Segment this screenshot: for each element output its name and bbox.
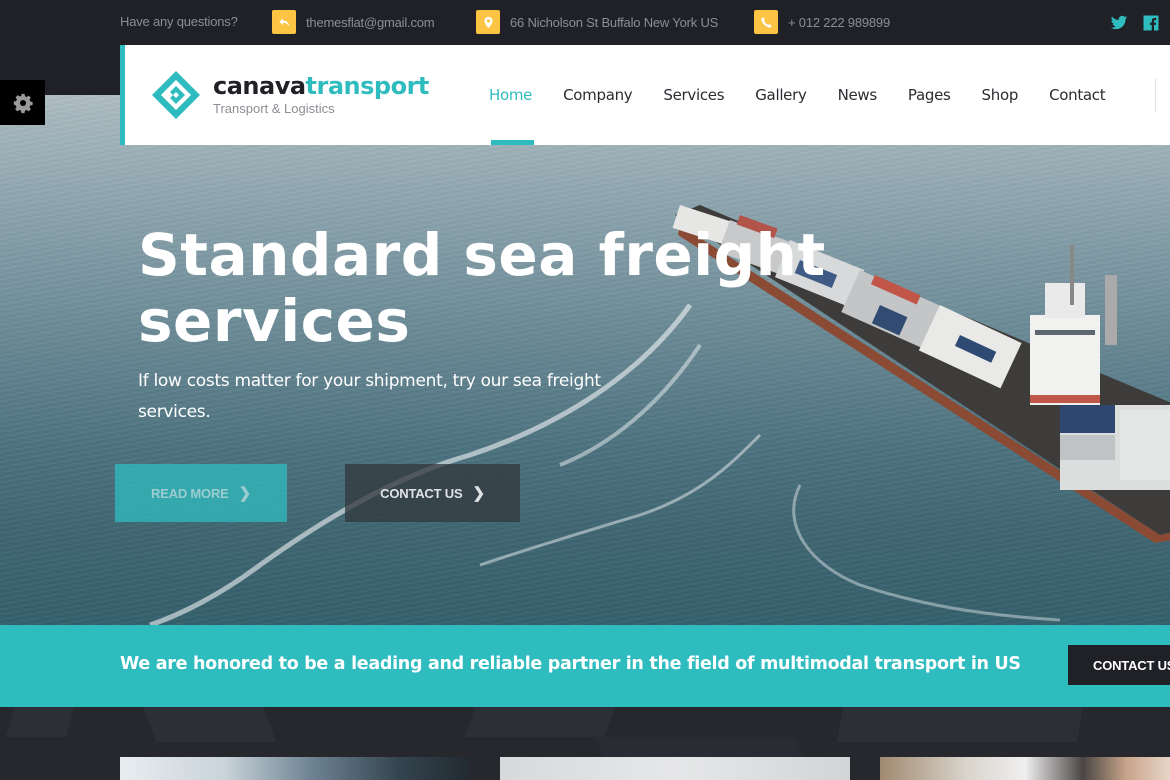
hero-subtitle: If low costs matter for your shipment, t…: [138, 371, 601, 422]
nav-item-services[interactable]: Services: [663, 45, 724, 145]
address-text: 66 Nicholson St Buffalo New York US: [510, 14, 719, 30]
service-card-image[interactable]: [880, 757, 1170, 780]
bg-polygon: [836, 707, 1084, 742]
chevron-right-icon: ❯: [472, 485, 485, 502]
logo-tagline: Transport & Logistics: [213, 101, 335, 116]
email-contact[interactable]: themesflat@gmail.com: [272, 10, 435, 34]
gear-icon: [13, 93, 33, 113]
hero-title: Standard sea freight services: [138, 221, 826, 355]
nav-item-news[interactable]: News: [838, 45, 878, 145]
bg-polygon: [5, 707, 75, 737]
logo-name-dark: canava: [213, 72, 306, 100]
nav-item-company[interactable]: Company: [563, 45, 633, 145]
read-more-button[interactable]: READ MORE ❯: [115, 464, 287, 522]
phone-text[interactable]: + 012 222 989899: [788, 15, 890, 30]
top-bar: Have any questions? themesflat@gmail.com…: [0, 0, 1170, 45]
nav-item-contact[interactable]: Contact: [1049, 45, 1106, 145]
bg-polygon: [143, 707, 277, 742]
email-text[interactable]: themesflat@gmail.com: [306, 15, 435, 30]
hero-contact-button[interactable]: CONTACT US ❯: [345, 464, 520, 522]
nav-item-pages[interactable]: Pages: [908, 45, 951, 145]
callout-contact-button[interactable]: CONTACT US: [1068, 645, 1170, 685]
logo-wordmark[interactable]: canavatransport: [213, 72, 429, 100]
twitter-icon[interactable]: [1110, 14, 1128, 32]
phone-icon: [754, 10, 778, 34]
nav-item-shop[interactable]: Shop: [982, 45, 1019, 145]
main-header: canavatransport Transport & Logistics Ho…: [120, 45, 1170, 145]
hero-contact-label: CONTACT US: [380, 485, 463, 501]
address-contact: 66 Nicholson St Buffalo New York US: [476, 10, 718, 34]
logo-name-accent: transport: [305, 72, 430, 100]
nav-divider: [1155, 78, 1156, 112]
phone-contact[interactable]: + 012 222 989899: [754, 10, 890, 34]
facebook-icon[interactable]: [1142, 14, 1160, 32]
service-card-image[interactable]: [120, 757, 470, 780]
main-nav: Home Company Services Gallery News Pages…: [489, 45, 1136, 145]
nav-item-gallery[interactable]: Gallery: [755, 45, 807, 145]
bg-polygon: [464, 707, 616, 737]
logo-diamond-icon[interactable]: [150, 69, 202, 121]
chevron-right-icon: ❯: [238, 485, 252, 502]
nav-item-home[interactable]: Home: [489, 45, 535, 145]
map-pin-icon: [476, 10, 500, 34]
reply-arrow-icon: [272, 10, 296, 34]
callout-band: We are honored to be a leading and relia…: [0, 625, 1170, 707]
services-section: [0, 707, 1170, 780]
questions-label: Have any questions?: [120, 14, 238, 29]
read-more-label: READ MORE: [150, 485, 229, 501]
callout-text: We are honored to be a leading and relia…: [120, 654, 1021, 674]
service-card-image[interactable]: [500, 757, 850, 780]
settings-button[interactable]: [0, 80, 45, 125]
